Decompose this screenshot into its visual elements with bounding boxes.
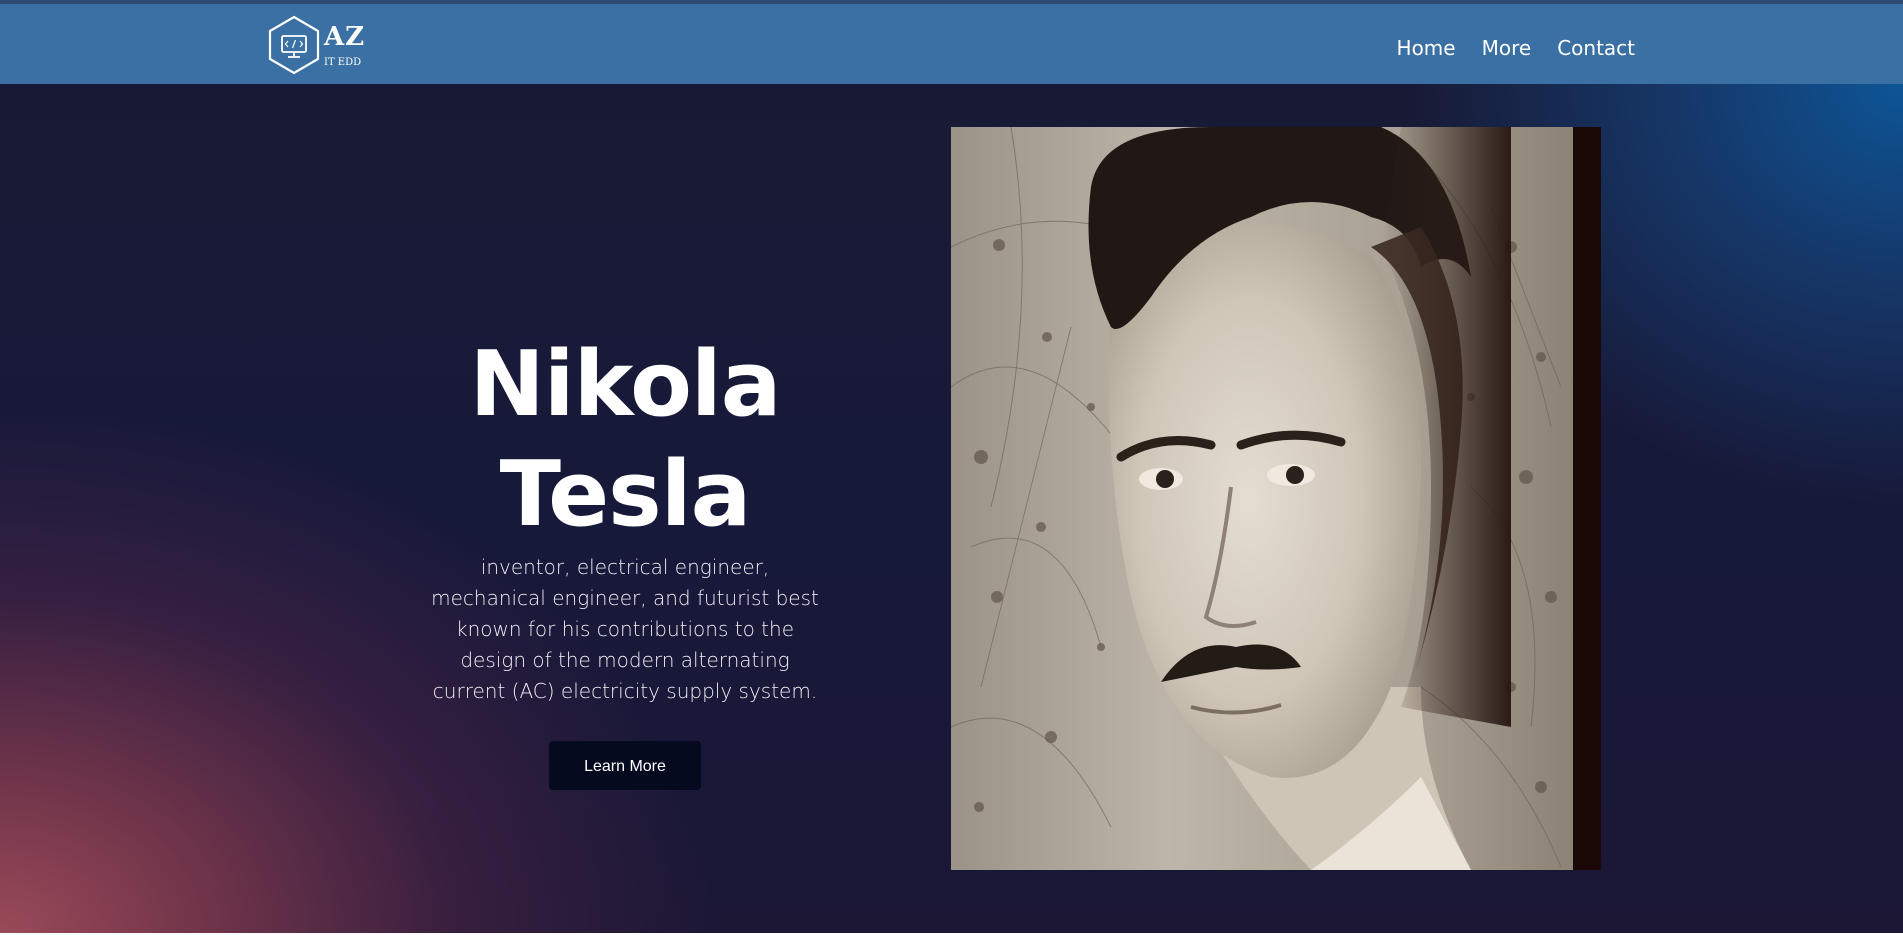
logo-subtext: IT EDD (324, 57, 362, 68)
portrait-illustration (951, 127, 1601, 870)
tesla-portrait-image (951, 127, 1601, 870)
hero-content: Nikola Tesla inventor, electrical engine… (340, 330, 910, 790)
nav-link-home[interactable]: Home (1397, 36, 1456, 60)
learn-more-button[interactable]: Learn More (549, 741, 701, 790)
nav-link-contact[interactable]: Contact (1557, 36, 1635, 60)
logo[interactable]: AZ IT EDD (266, 14, 376, 76)
nav-link-more[interactable]: More (1482, 36, 1532, 60)
code-monitor-hexagon-icon (268, 15, 320, 75)
hero-title: Nikola Tesla (469, 332, 781, 547)
navbar: AZ IT EDD Home More Contact (0, 4, 1903, 84)
page: AZ IT EDD Home More Contact Nikola Tesla… (0, 0, 1903, 935)
hero-description: inventor, electrical engineer, mechanica… (431, 555, 819, 703)
nav-links: Home More Contact (1397, 8, 1635, 88)
logo-text: AZ (324, 22, 366, 52)
